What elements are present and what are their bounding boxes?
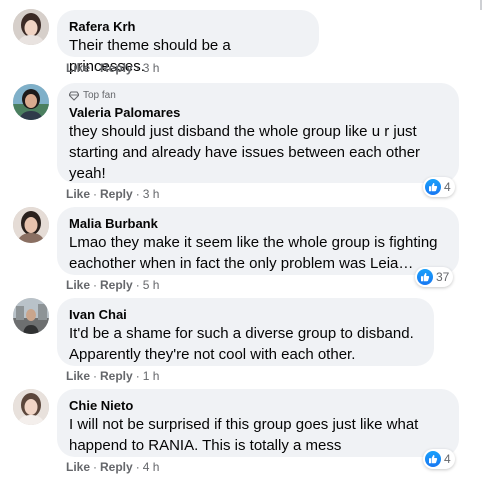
like-button[interactable]: Like — [66, 61, 90, 75]
reaction-count[interactable]: 37 — [415, 267, 454, 287]
comment-bubble: Top fan Valeria Palomares they should ju… — [57, 83, 459, 183]
comment-bubble: Ivan Chai It'd be a shame for such a div… — [57, 298, 434, 366]
comment-timestamp[interactable]: 3 h — [143, 187, 160, 201]
thumbs-up-icon — [425, 179, 441, 195]
comment-text: they should just disband the whole group… — [69, 123, 421, 182]
reaction-count[interactable]: 4 — [423, 177, 455, 197]
comment-author[interactable]: Ivan Chai — [69, 306, 422, 323]
comment-timestamp[interactable]: 5 h — [143, 278, 160, 292]
reply-button[interactable]: Reply — [100, 278, 133, 292]
like-button[interactable]: Like — [66, 187, 90, 201]
comment-bubble: Chie Nieto I will not be surprised if th… — [57, 389, 459, 457]
comment-timestamp[interactable]: 4 h — [143, 460, 160, 474]
comment-text: I will not be surprised if this group go… — [69, 416, 419, 454]
reaction-count[interactable]: 4 — [423, 449, 455, 469]
comment-author[interactable]: Chie Nieto — [69, 397, 447, 414]
comment-actions: Like · Reply · 1 h — [66, 369, 160, 383]
comment-text: It'd be a shame for such a diverse group… — [69, 325, 414, 363]
comment-text: Lmao they make it seem like the whole gr… — [69, 234, 438, 272]
avatar[interactable] — [13, 389, 49, 425]
thread-line — [480, 0, 482, 10]
comment-author[interactable]: Malia Burbank — [69, 215, 447, 232]
comment-timestamp[interactable]: 3 h — [143, 61, 160, 75]
comment-bubble: Malia Burbank Lmao they make it seem lik… — [57, 207, 459, 275]
reaction-number: 37 — [436, 270, 450, 284]
badge-label: Top fan — [83, 90, 116, 101]
like-button[interactable]: Like — [66, 369, 90, 383]
avatar[interactable] — [13, 207, 49, 243]
comment-author[interactable]: Valeria Palomares — [69, 104, 447, 121]
avatar[interactable] — [13, 9, 49, 45]
diamond-icon — [69, 90, 79, 101]
comment-author[interactable]: Rafera Krh — [69, 18, 307, 35]
comment-actions: Like · Reply · 3 h — [66, 187, 160, 201]
comment-actions: Like · Reply · 4 h — [66, 460, 160, 474]
reply-button[interactable]: Reply — [100, 187, 133, 201]
avatar[interactable] — [13, 298, 49, 334]
thumbs-up-icon — [425, 451, 441, 467]
comment-actions: Like · Reply · 3 h — [66, 61, 160, 75]
like-button[interactable]: Like — [66, 460, 90, 474]
comment-actions: Like · Reply · 5 h — [66, 278, 160, 292]
comment-bubble: Rafera Krh Their theme should be a princ… — [57, 10, 319, 75]
reply-button[interactable]: Reply — [100, 460, 133, 474]
reply-button[interactable]: Reply — [100, 61, 133, 75]
like-button[interactable]: Like — [66, 278, 90, 292]
avatar[interactable] — [13, 84, 49, 120]
thumbs-up-icon — [417, 269, 433, 285]
reaction-number: 4 — [444, 452, 451, 466]
comment-timestamp[interactable]: 1 h — [143, 369, 160, 383]
top-fan-badge: Top fan — [69, 89, 447, 102]
reply-button[interactable]: Reply — [100, 369, 133, 383]
reaction-number: 4 — [444, 180, 451, 194]
